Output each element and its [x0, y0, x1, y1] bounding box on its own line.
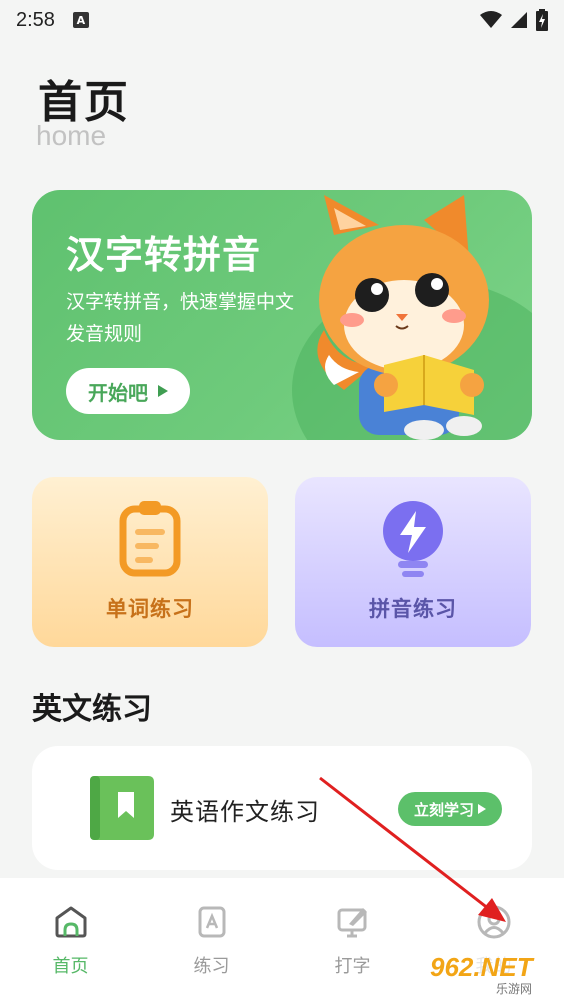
- tab-typing-label: 打字: [334, 956, 371, 977]
- tab-typing[interactable]: 打字: [282, 878, 423, 1004]
- signal-icon: [511, 12, 527, 28]
- typing-icon: [337, 908, 367, 938]
- clipboard-icon: [119, 501, 181, 577]
- profile-icon: [477, 905, 510, 939]
- start-button[interactable]: 开始吧: [66, 368, 190, 414]
- wifi-icon: [480, 11, 502, 28]
- pinyin-practice-label: 拼音练习: [369, 597, 457, 621]
- tab-home[interactable]: 首页: [0, 878, 141, 1004]
- study-now-label: 立刻学习: [413, 800, 474, 819]
- section-title-english: 英文练习: [32, 692, 152, 727]
- bookmark-book-icon: [90, 776, 154, 840]
- hero-banner[interactable]: 汉字转拼音 汉字转拼音，快速掌握中文发音规则 开始吧: [32, 190, 532, 440]
- battery-icon: [536, 9, 548, 31]
- page-subtitle: home: [36, 120, 107, 151]
- hero-title: 汉字转拼音: [66, 233, 262, 277]
- pinyin-practice-card[interactable]: 拼音练习: [295, 477, 531, 647]
- word-practice-label: 单词练习: [106, 597, 194, 621]
- study-now-button[interactable]: 立刻学习: [398, 792, 502, 826]
- home-icon: [55, 906, 86, 938]
- status-bar: 2:58 A: [0, 0, 564, 40]
- play-icon: [158, 385, 168, 397]
- watermark-text: 962.NET: [430, 952, 533, 982]
- word-practice-card[interactable]: 单词练习: [32, 477, 268, 647]
- tab-home-label: 首页: [52, 956, 89, 977]
- english-essay-label: 英语作文练习: [170, 798, 320, 826]
- watermark-subtext: 乐游网: [496, 982, 533, 996]
- practice-icon: [198, 906, 225, 938]
- start-button-label: 开始吧: [88, 380, 148, 405]
- status-icons: [480, 9, 548, 31]
- tab-practice[interactable]: 练习: [141, 878, 282, 1004]
- watermark-logo: 962.NET 乐游网: [424, 948, 560, 1000]
- english-essay-card[interactable]: 英语作文练习 立刻学习: [32, 746, 532, 870]
- status-time: 2:58: [16, 8, 55, 31]
- notification-icon: A: [72, 12, 89, 28]
- play-icon: [478, 804, 486, 814]
- tab-practice-label: 练习: [193, 956, 230, 977]
- hero-description: 汉字转拼音，快速掌握中文发音规则: [66, 291, 295, 345]
- lightbulb-icon: [383, 501, 443, 577]
- fox-mascot-illustration: [317, 195, 489, 440]
